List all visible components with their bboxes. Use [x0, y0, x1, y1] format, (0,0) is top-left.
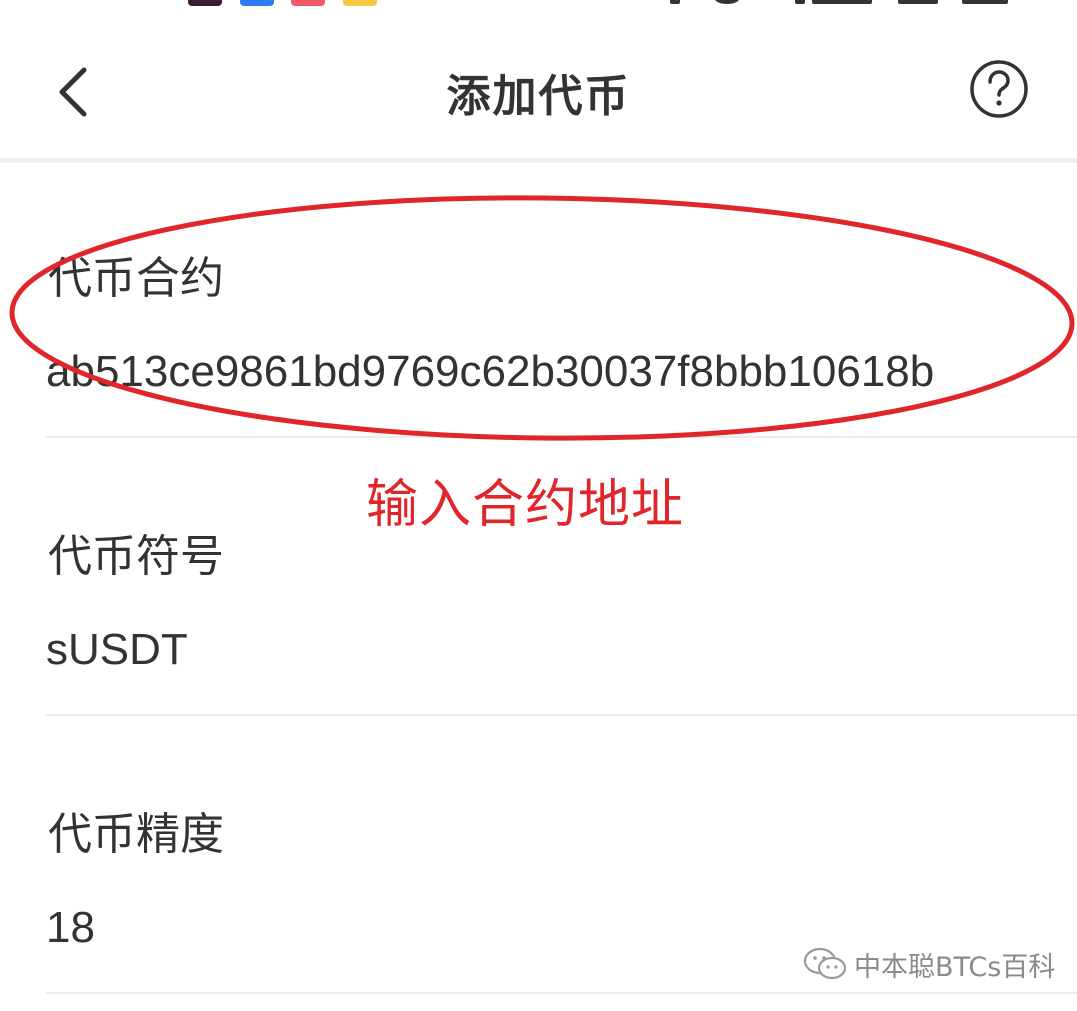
status-bar [0, 0, 1077, 8]
app-icon-yellow [343, 0, 377, 6]
token-symbol-field: 代币符号 sUSDT [46, 514, 1077, 716]
status-dot-icon [670, 0, 680, 4]
wechat-icon [803, 947, 847, 980]
token-symbol-input[interactable]: sUSDT [46, 622, 1021, 678]
annotation-text: 输入合约地址 [366, 475, 685, 535]
help-button[interactable] [968, 58, 1030, 120]
token-contract-input[interactable]: ab513ce9861bd9769c62b30037f8bbb10618b [46, 344, 1021, 400]
field-divider [46, 992, 1077, 994]
field-divider [46, 436, 1077, 438]
token-contract-value: ab513ce9861bd9769c62b30037f8bbb10618b [46, 347, 935, 396]
token-symbol-label: 代币符号 [48, 531, 224, 582]
alarm-icon [715, 0, 739, 4]
watermark-text: 中本聪BTCs百科 [854, 951, 1056, 983]
app-icon-blue [240, 0, 274, 6]
nav-bar: 添加代币 [0, 30, 1077, 160]
app-icon-red [291, 0, 325, 6]
signal-icon [812, 0, 872, 4]
watermark: 中本聪BTCs百科 [802, 944, 1055, 984]
token-contract-label: 代币合约 [48, 253, 224, 304]
signal-icon [898, 0, 938, 4]
field-divider [46, 714, 1077, 716]
header-divider [0, 158, 1077, 163]
app-icon-dark [188, 0, 222, 6]
question-circle-icon [970, 60, 1028, 118]
battery-icon [962, 0, 1008, 4]
sim-icon [795, 0, 805, 4]
token-contract-field: 代币合约 ab513ce9861bd9769c62b30037f8bbb1061… [46, 236, 1077, 438]
page-title: 添加代币 [446, 71, 631, 122]
token-decimals-label: 代币精度 [48, 809, 224, 860]
